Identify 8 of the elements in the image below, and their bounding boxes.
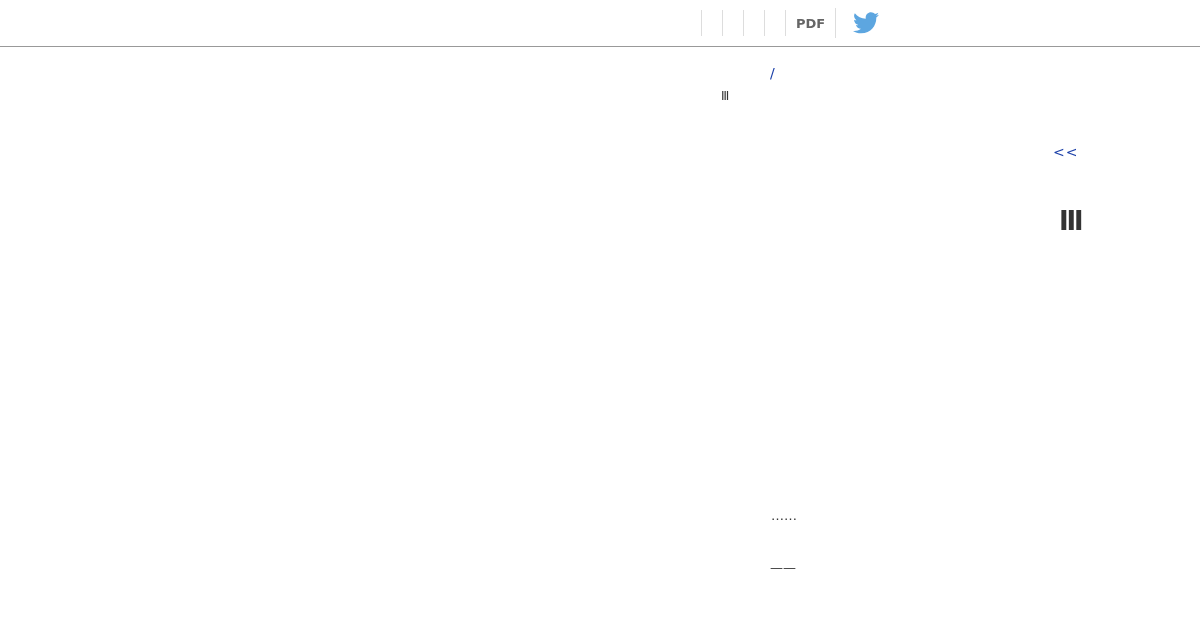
back-link[interactable]: << [1053,144,1079,166]
pdf-link[interactable]: PDF [786,15,836,31]
dash-text: —— [770,560,796,575]
breadcrumb-separator[interactable]: / [770,65,775,87]
bird-icon[interactable] [853,12,880,34]
ellipsis-text: …… [771,508,797,525]
chapter-heading: Ⅲ [1059,206,1084,238]
chapter-number: Ⅲ [721,89,730,105]
